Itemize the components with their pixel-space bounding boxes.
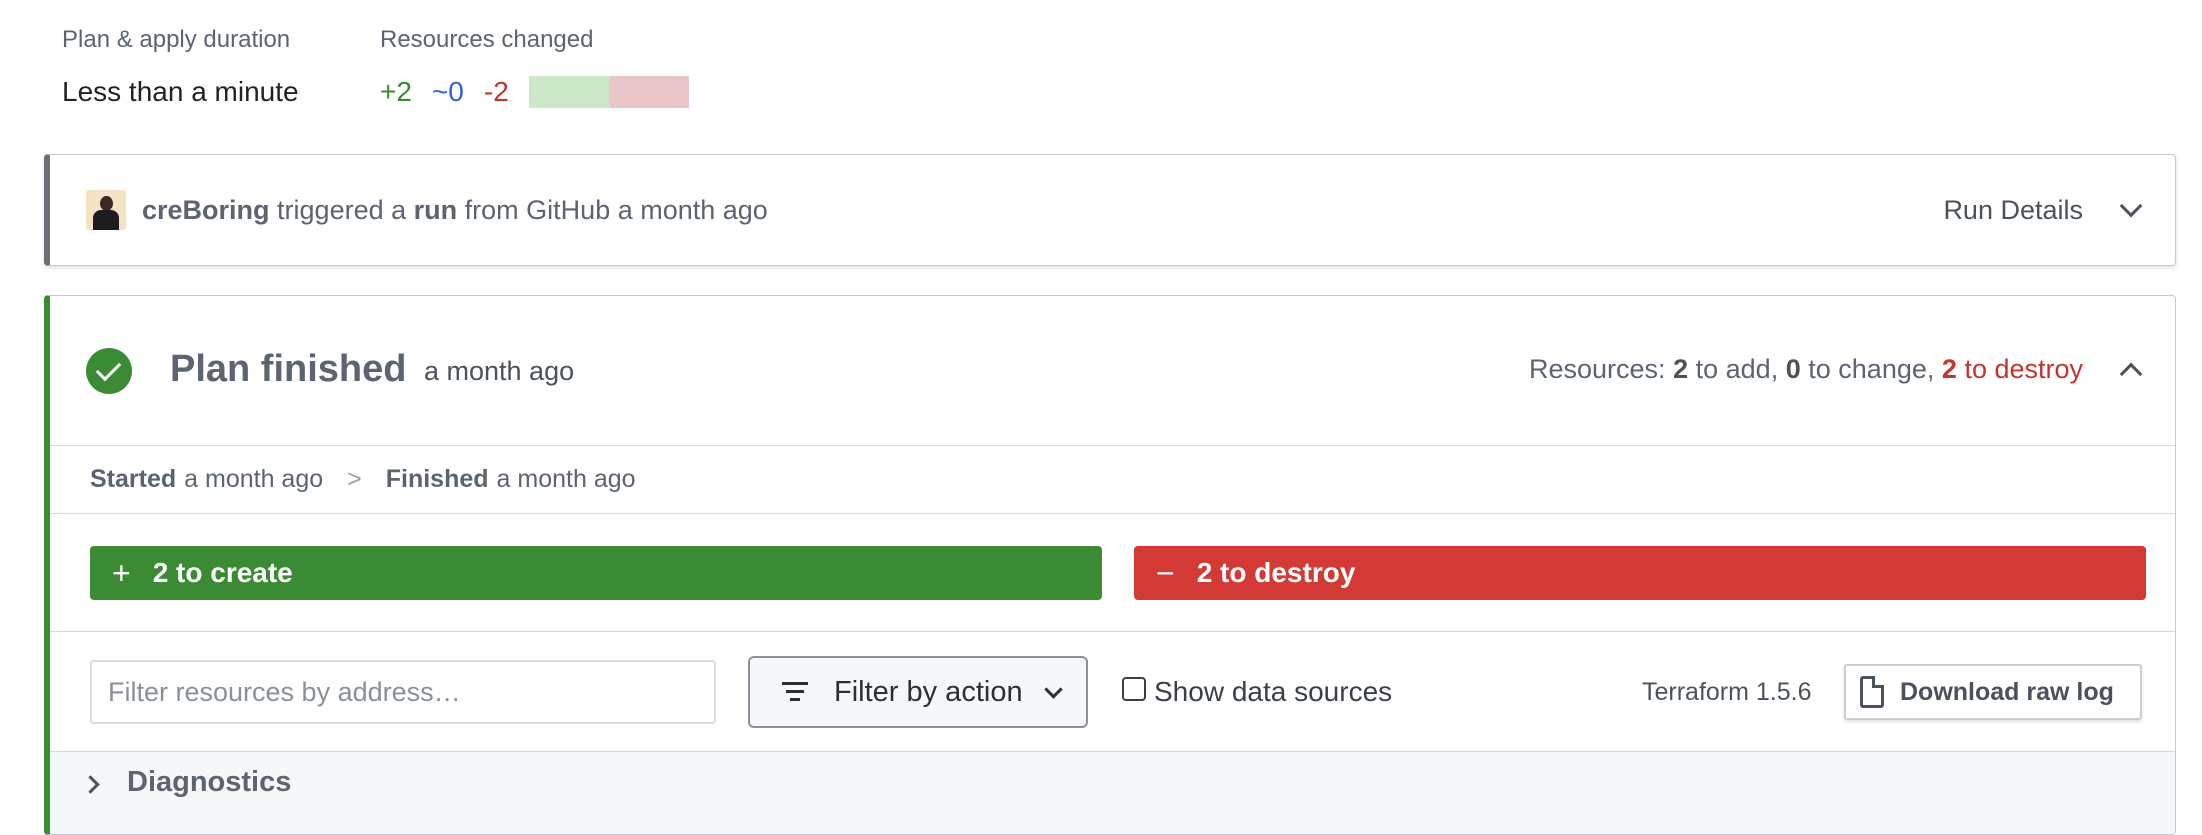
show-data-sources-checkbox[interactable]: [1122, 677, 1146, 701]
filter-by-action-label: Filter by action: [834, 675, 1023, 708]
plan-actions: + 2 to create − 2 to destroy: [50, 514, 2175, 632]
show-data-sources-toggle[interactable]: Show data sources: [1122, 656, 1392, 728]
to-create-button[interactable]: + 2 to create: [90, 546, 1102, 600]
avatar: [86, 190, 126, 230]
trigger-row: creBoring triggered a run from GitHub a …: [86, 155, 768, 265]
download-raw-log-label: Download raw log: [1900, 677, 2114, 706]
to-destroy-label: 2 to destroy: [1196, 557, 1356, 588]
minus-icon: −: [1156, 554, 1175, 591]
plan-title: Plan finished: [170, 348, 407, 390]
trigger-run-word: run: [413, 194, 458, 225]
changed-count: ~0: [431, 76, 464, 107]
filter-icon: [782, 682, 808, 702]
chevron-right-icon: [81, 775, 100, 794]
trigger-from: from GitHub a month ago: [464, 194, 768, 225]
timeline-separator: >: [347, 465, 362, 493]
check-circle-icon: [86, 348, 132, 394]
run-trigger-card: creBoring triggered a run from GitHub a …: [44, 154, 2176, 266]
chevron-down-icon: [2119, 194, 2143, 218]
plan-timeline: Started a month ago > Finished a month a…: [50, 446, 2175, 514]
started-label: Started: [90, 465, 177, 493]
chevron-up-icon[interactable]: [2119, 362, 2143, 385]
diagnostics-label: Diagnostics: [127, 766, 292, 798]
resources-changed-label: Resources changed: [380, 26, 594, 53]
show-data-sources-label: Show data sources: [1154, 676, 1393, 707]
changes-bar-added: [528, 76, 609, 108]
filter-resources-input[interactable]: [90, 660, 716, 724]
duration-block: Plan & apply duration Less than a minute: [62, 26, 299, 108]
chevron-down-icon: [1043, 679, 1063, 699]
plan-time: a month ago: [424, 356, 575, 386]
duration-label: Plan & apply duration: [62, 26, 291, 53]
destroy-text: to destroy: [1964, 354, 2083, 384]
trigger-text: triggered a: [277, 194, 407, 225]
change-count: 0: [1785, 354, 1801, 384]
finished-label: Finished: [385, 465, 489, 493]
changes-bar: [528, 76, 689, 108]
to-create-label: 2 to create: [152, 557, 293, 588]
filter-by-action-dropdown[interactable]: Filter by action: [748, 656, 1088, 728]
resources-changed-block: Resources changed +2 ~0 -2: [380, 26, 689, 108]
trigger-user[interactable]: creBoring: [142, 195, 270, 226]
terraform-version: Terraform 1.5.6: [1642, 677, 1812, 706]
add-text: to add,: [1695, 354, 1779, 384]
started-time: a month ago: [184, 465, 324, 493]
resources-changed-values: +2 ~0 -2: [380, 76, 689, 108]
run-details-toggle[interactable]: Run Details: [1943, 155, 2143, 265]
duration-value: Less than a minute: [62, 76, 299, 107]
run-details-label: Run Details: [1943, 194, 2083, 225]
download-raw-log-button[interactable]: Download raw log: [1844, 664, 2142, 720]
change-text: to change,: [1808, 354, 1935, 384]
destroy-summary: 2 to destroy: [1942, 354, 2083, 385]
file-icon: [1860, 676, 1884, 708]
to-destroy-button[interactable]: − 2 to destroy: [1134, 546, 2146, 600]
add-count: 2: [1673, 354, 1689, 384]
diagnostics-section[interactable]: Diagnostics: [50, 752, 2175, 834]
plan-resources-summary: Resources: 2 to add, 0 to change, 2 to d…: [1529, 354, 2143, 385]
resources-prefix: Resources:: [1529, 354, 1666, 384]
plan-header: Plan finished a month ago Resources: 2 t…: [50, 296, 2175, 446]
plan-card: Plan finished a month ago Resources: 2 t…: [44, 295, 2176, 835]
changes-bar-destroyed: [608, 76, 689, 108]
added-count: +2: [380, 76, 412, 107]
destroy-count: 2: [1941, 354, 1957, 384]
finished-time: a month ago: [496, 465, 636, 493]
plan-toolbar: Filter by action Show data sources Terra…: [50, 632, 2175, 752]
plus-icon: +: [112, 554, 131, 591]
destroyed-count: -2: [483, 76, 509, 107]
